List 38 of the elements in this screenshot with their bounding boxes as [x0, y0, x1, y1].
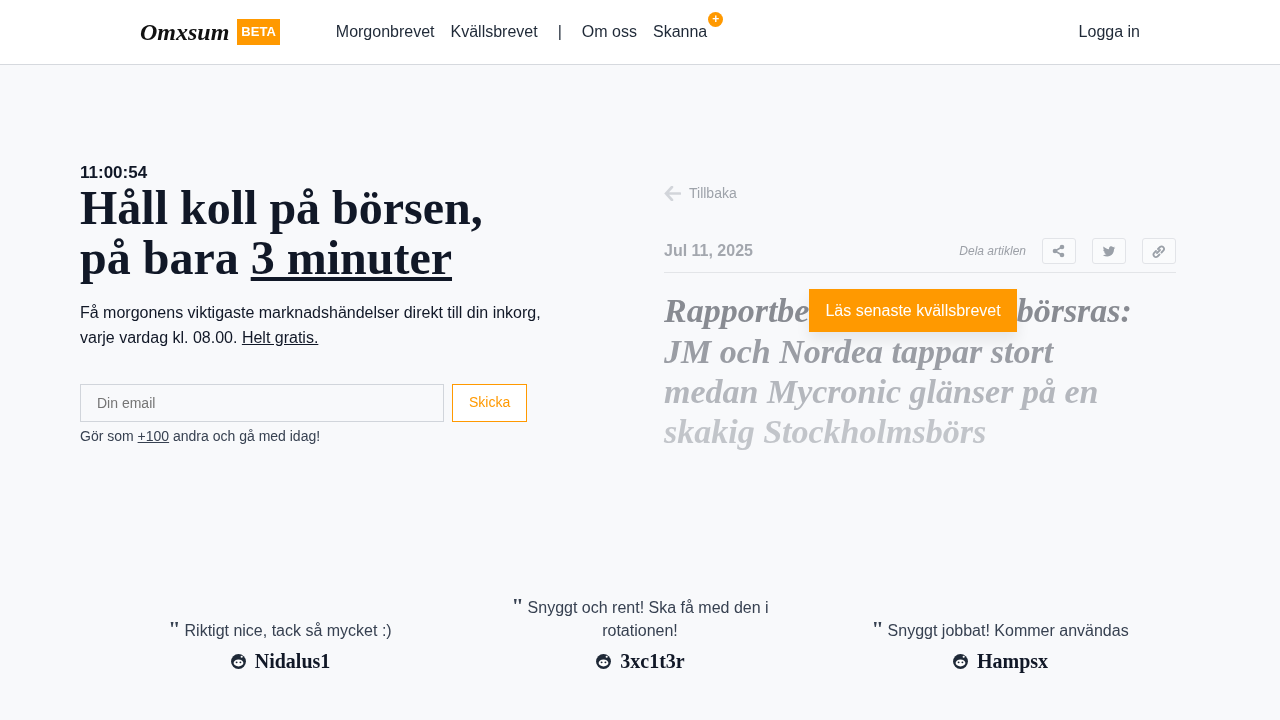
nav-separator: | — [556, 22, 563, 42]
plus-badge: + — [708, 12, 724, 27]
quote-mark: " — [871, 616, 884, 641]
quote-mark: " — [511, 593, 524, 618]
testimonial-text: Snyggt och rent! Ska få med den i rotationen! — [527, 599, 769, 639]
share-label: Dela artiklen — [959, 243, 1026, 260]
article-date: Jul 11, 2025 — [664, 241, 753, 261]
author-name: Hampsx — [976, 649, 1049, 675]
quote-mark: " — [168, 616, 181, 641]
clock-time: 11:00:54 — [80, 163, 149, 183]
count-link[interactable]: +100 — [137, 427, 170, 444]
testimonial-text: Riktigt nice, tack så mycket :) — [184, 622, 392, 639]
twitter-icon — [1101, 243, 1117, 259]
nav-link[interactable]: Om oss — [581, 23, 637, 40]
headline-text: medan Mycronic glänser på en — [664, 372, 1100, 412]
headline-text: Rapportbe — [664, 290, 810, 331]
back-arrow-icon — [664, 186, 681, 201]
beta-badge: BETA — [237, 19, 280, 45]
link-button[interactable] — [1142, 238, 1176, 264]
login-link[interactable]: Logga in — [1078, 20, 1140, 44]
link-icon — [1151, 243, 1167, 259]
nav-link[interactable]: Kvällsbrevet — [450, 23, 538, 40]
headline-text: börsras: — [1016, 290, 1132, 331]
hero-title: Håll koll på börsen, på bara 3 minuter — [80, 183, 484, 284]
hero-description: Få morgonens viktigaste marknadshändelser direkt till din inkorg, varje vardag kl. 08.00. Helt gratis. — [80, 302, 542, 348]
testimonial-text: Snyggt jobbat! Kommer användas — [887, 622, 1129, 639]
nav-link[interactable]: Morgonbrevet — [335, 23, 435, 40]
share-icon — [1051, 243, 1067, 259]
nav-link[interactable]: Skanna — [652, 23, 708, 40]
email-field[interactable]: Din email — [80, 383, 444, 422]
author-name: 3xc1t3r — [620, 649, 685, 674]
share-button[interactable] — [1042, 238, 1076, 264]
twitter-button[interactable] — [1092, 238, 1126, 264]
logo[interactable]: Omxsum — [140, 14, 230, 50]
signup-note: Gör som +100 andra och gå med idag! — [80, 426, 322, 446]
free-link[interactable]: Helt gratis. — [241, 328, 319, 346]
author-name: Nidalus1 — [254, 649, 331, 674]
headline-text: JM och Nordea tappar stort — [664, 332, 1055, 372]
